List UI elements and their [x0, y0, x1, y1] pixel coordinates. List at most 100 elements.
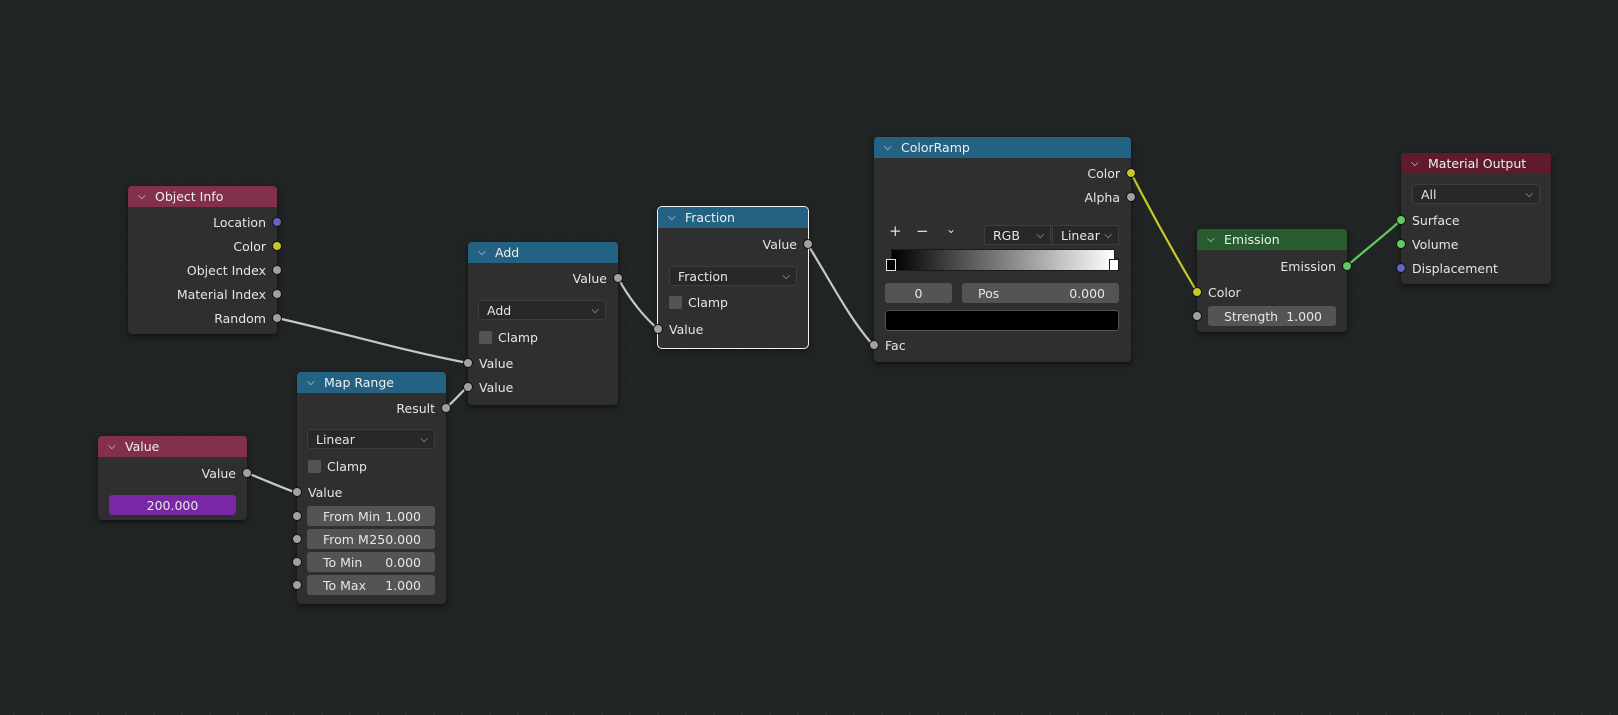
socket-emission-out[interactable]: [1342, 261, 1352, 271]
node-header[interactable]: ⌵ Value: [98, 436, 247, 457]
clamp-checkbox[interactable]: Clamp: [468, 327, 618, 347]
socket-value-out[interactable]: [613, 273, 623, 283]
node-title: ColorRamp: [901, 140, 970, 155]
socket-value-in-1[interactable]: [463, 358, 473, 368]
interpolation-dropdown[interactable]: Linear ⌵: [307, 429, 435, 449]
socket-label: Value: [479, 379, 514, 395]
node-header[interactable]: ⌵ Map Range: [297, 372, 446, 393]
socket-location[interactable]: [272, 217, 282, 227]
socket-label: Surface: [1412, 212, 1460, 228]
operation-dropdown[interactable]: Fraction ⌵: [669, 266, 797, 286]
link-add-to-fraction[interactable]: [617, 277, 659, 330]
link-fraction-to-colorramp[interactable]: [807, 244, 875, 347]
node-value[interactable]: ⌵ Value Value 200.000: [98, 436, 252, 520]
link-emission-to-output[interactable]: [1346, 219, 1402, 267]
to-min-field[interactable]: To Min 0.000: [307, 552, 435, 572]
input-volume: Volume: [1401, 234, 1551, 254]
target-dropdown[interactable]: All ⌵: [1412, 184, 1540, 204]
checkbox-icon[interactable]: [308, 459, 321, 473]
node-header[interactable]: ⌵ Object Info: [128, 186, 277, 207]
socket-from-min[interactable]: [292, 511, 302, 521]
socket-label: Volume: [1412, 236, 1459, 252]
from-max-field[interactable]: From M 250.000: [307, 529, 435, 549]
chevron-down-icon[interactable]: ⌵: [307, 377, 319, 388]
socket-color[interactable]: [272, 241, 282, 251]
socket-value-in[interactable]: [292, 487, 302, 497]
to-max-field[interactable]: To Max 1.000: [307, 575, 435, 595]
node-title: Emission: [1224, 232, 1280, 247]
from-min-field[interactable]: From Min 1.000: [307, 506, 435, 526]
socket-to-min[interactable]: [292, 557, 302, 567]
node-add[interactable]: ⌵ Add Value Add ⌵ Clamp Value Value: [463, 242, 623, 405]
socket-surface[interactable]: [1396, 215, 1406, 225]
socket-color-out[interactable]: [1126, 168, 1136, 178]
node-map-range[interactable]: ⌵ Map Range Result Linear ⌵ Clamp Value …: [292, 372, 451, 604]
node-header[interactable]: ⌵ ColorRamp: [874, 137, 1131, 158]
chevron-down-icon[interactable]: ⌵: [884, 142, 896, 153]
chevron-down-icon: ⌵: [591, 304, 599, 316]
output-object-index: Object Index: [128, 260, 277, 280]
socket-alpha-out[interactable]: [1126, 192, 1136, 202]
socket-label: Color: [1087, 165, 1120, 181]
socket-material-index[interactable]: [272, 289, 282, 299]
link-value-to-maprange[interactable]: [246, 471, 298, 495]
stop-index-field[interactable]: 0: [885, 283, 952, 303]
clamp-checkbox[interactable]: Clamp: [297, 456, 446, 476]
value-field[interactable]: 200.000: [109, 495, 236, 515]
ramp-menu-button[interactable]: ⌄: [946, 222, 956, 236]
stop-position-field[interactable]: Pos 0.000: [962, 283, 1119, 303]
chevron-down-icon: ⌵: [1525, 188, 1533, 200]
node-header[interactable]: ⌵ Emission: [1197, 229, 1347, 250]
field-value: 1.000: [1286, 308, 1322, 324]
node-object-info[interactable]: ⌵ Object Info Location Color Object Inde…: [128, 186, 282, 334]
checkbox-icon[interactable]: [479, 330, 492, 344]
gradient-bar[interactable]: [891, 249, 1115, 271]
strength-field[interactable]: Strength 1.000: [1208, 306, 1336, 326]
node-material-output[interactable]: ⌵ Material Output All ⌵ Surface Volume D…: [1396, 153, 1551, 284]
node-colorramp[interactable]: ⌵ ColorRamp Color Alpha + − ⌄ RGB ⌵ Line…: [869, 137, 1136, 362]
link-colorramp-to-emission[interactable]: [1130, 172, 1198, 293]
interpolation-dropdown[interactable]: Linear ⌵: [1052, 225, 1119, 245]
chevron-down-icon[interactable]: ⌵: [478, 247, 490, 258]
socket-displacement[interactable]: [1396, 263, 1406, 273]
node-fraction[interactable]: ⌵ Fraction Value Fraction ⌵ Clamp Value: [653, 206, 813, 349]
chevron-down-icon[interactable]: ⌵: [1411, 158, 1423, 169]
node-header[interactable]: ⌵ Fraction: [658, 207, 808, 228]
stop-color-swatch[interactable]: [885, 310, 1119, 331]
link-random-to-add[interactable]: [276, 316, 469, 365]
socket-result[interactable]: [441, 403, 451, 413]
checkbox-icon[interactable]: [669, 295, 682, 309]
socket-color-in[interactable]: [1192, 287, 1202, 297]
field-label: From M: [323, 531, 369, 547]
chevron-down-icon[interactable]: ⌵: [668, 212, 680, 223]
operation-dropdown[interactable]: Add ⌵: [478, 300, 606, 320]
color-mode-dropdown[interactable]: RGB ⌵: [984, 225, 1051, 245]
socket-value-in-2[interactable]: [463, 382, 473, 392]
chevron-down-icon: ⌵: [1036, 229, 1044, 241]
output-location: Location: [128, 212, 277, 232]
color-stop-black[interactable]: [886, 259, 896, 271]
socket-from-max[interactable]: [292, 534, 302, 544]
clamp-checkbox[interactable]: Clamp: [658, 292, 808, 312]
node-title: Value: [125, 439, 160, 454]
socket-value-out[interactable]: [803, 239, 813, 249]
socket-value-in[interactable]: [653, 324, 663, 334]
chevron-down-icon[interactable]: ⌵: [108, 441, 120, 452]
field-label: Strength: [1224, 308, 1279, 324]
socket-random[interactable]: [272, 313, 282, 323]
remove-stop-button[interactable]: −: [916, 222, 929, 240]
socket-to-max[interactable]: [292, 580, 302, 590]
node-emission[interactable]: ⌵ Emission Emission Color Strength 1.000: [1192, 229, 1352, 332]
chevron-down-icon[interactable]: ⌵: [138, 191, 150, 202]
socket-value[interactable]: [242, 468, 252, 478]
socket-object-index[interactable]: [272, 265, 282, 275]
socket-strength-in[interactable]: [1192, 311, 1202, 321]
socket-volume[interactable]: [1396, 239, 1406, 249]
color-stop-white[interactable]: [1109, 259, 1119, 271]
output-emission: Emission: [1197, 256, 1347, 276]
chevron-down-icon[interactable]: ⌵: [1207, 234, 1219, 245]
node-header[interactable]: ⌵ Material Output: [1401, 153, 1551, 174]
node-header[interactable]: ⌵ Add: [468, 242, 618, 263]
add-stop-button[interactable]: +: [889, 222, 902, 240]
socket-fac-in[interactable]: [869, 340, 879, 350]
